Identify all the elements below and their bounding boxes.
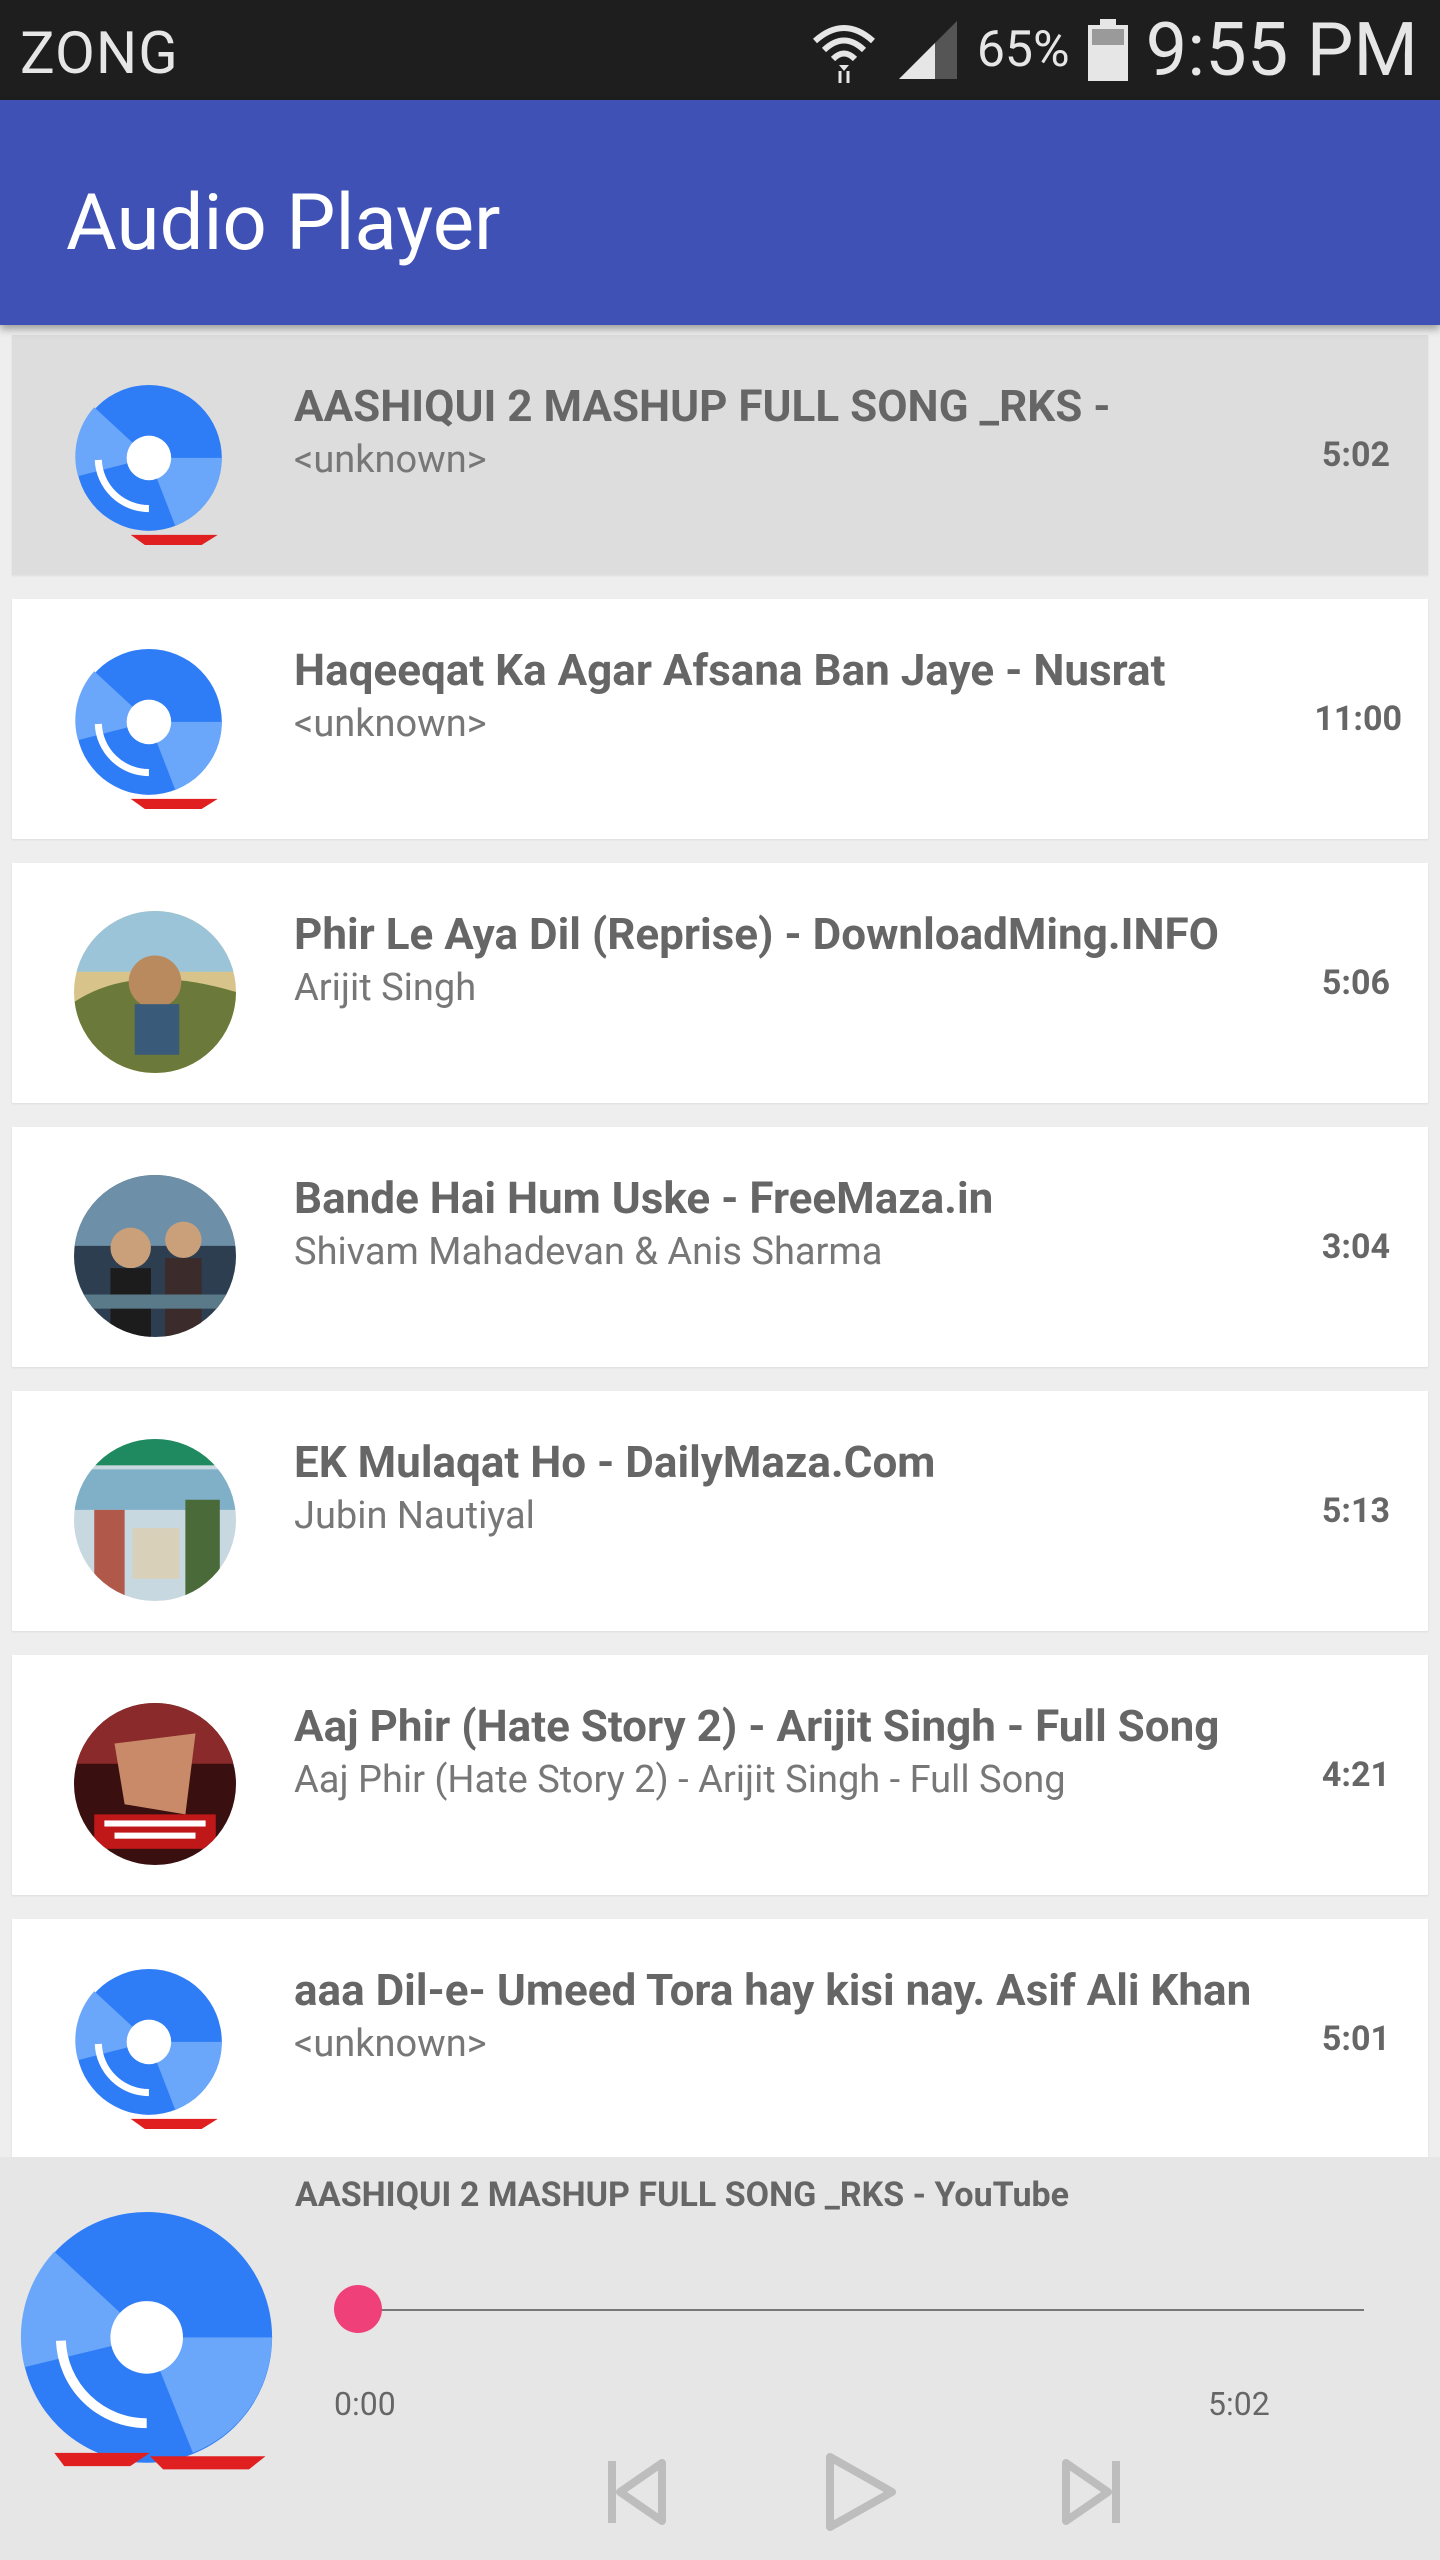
status-icons: 65% 9:55 PM xyxy=(809,7,1418,94)
default-disc-icon xyxy=(75,385,222,545)
song-row[interactable]: EK Mulaqat Ho - DailyMaza.Com Jubin Naut… xyxy=(12,1391,1428,1631)
battery-icon xyxy=(1087,19,1128,81)
song-duration: 5:01 xyxy=(1321,2019,1390,2059)
song-artist: Arijit Singh xyxy=(294,966,477,1010)
song-title: Aaj Phir (Hate Story 2) - Arijit Singh -… xyxy=(294,1700,1220,1752)
album-art xyxy=(74,1439,236,1601)
carrier-name: ZONG xyxy=(20,20,179,88)
app-bar: Audio Player xyxy=(0,100,1440,325)
song-duration: 5:13 xyxy=(1321,1491,1390,1531)
wifi-icon xyxy=(812,25,875,83)
song-row[interactable]: Aaj Phir (Hate Story 2) - Arijit Singh -… xyxy=(12,1655,1428,1895)
default-disc-icon xyxy=(75,1969,222,2129)
signal-icon xyxy=(898,21,957,79)
song-title: aaa Dil-e- Umeed Tora hay kisi nay. Asif… xyxy=(294,1964,1252,2016)
play-icon[interactable] xyxy=(812,2447,902,2537)
song-artist: Aaj Phir (Hate Story 2) - Arijit Singh -… xyxy=(294,1758,1066,1802)
page-title: Audio Player xyxy=(66,178,501,269)
song-artist: <unknown> xyxy=(294,702,487,746)
song-artist: Jubin Nautiyal xyxy=(294,1494,535,1538)
song-list[interactable]: AASHIQUI 2 MASHUP FULL SONG _RKS - <unkn… xyxy=(0,335,1440,2157)
next-icon[interactable] xyxy=(1048,2447,1138,2537)
song-row[interactable]: Haqeeqat Ka Agar Afsana Ban Jaye - Nusra… xyxy=(12,599,1428,839)
battery-percent: 65% xyxy=(976,21,1070,79)
total-time: 5:02 xyxy=(1208,2385,1270,2423)
song-title: AASHIQUI 2 MASHUP FULL SONG _RKS - xyxy=(294,380,1111,432)
song-artist: <unknown> xyxy=(294,438,487,482)
album-art xyxy=(74,911,236,1073)
album-art xyxy=(74,1703,236,1865)
song-row[interactable]: AASHIQUI 2 MASHUP FULL SONG _RKS - <unkn… xyxy=(12,335,1428,575)
seek-thumb[interactable] xyxy=(334,2285,382,2333)
now-playing-title: AASHIQUI 2 MASHUP FULL SONG _RKS - YouTu… xyxy=(295,2175,1070,2215)
song-duration: 5:06 xyxy=(1321,963,1390,1003)
player-panel: AASHIQUI 2 MASHUP FULL SONG _RKS - YouTu… xyxy=(0,2157,1440,2560)
song-title: EK Mulaqat Ho - DailyMaza.Com xyxy=(294,1436,936,1488)
now-playing-disc-icon xyxy=(20,2212,273,2470)
seek-bar[interactable] xyxy=(358,2309,1364,2311)
song-row[interactable]: Bande Hai Hum Uske - FreeMaza.in Shivam … xyxy=(12,1127,1428,1367)
song-title: Bande Hai Hum Uske - FreeMaza.in xyxy=(294,1172,994,1224)
song-row[interactable]: Phir Le Aya Dil (Reprise) - DownloadMing… xyxy=(12,863,1428,1103)
song-duration: 5:02 xyxy=(1321,435,1390,475)
song-duration: 11:00 xyxy=(1314,699,1402,739)
song-artist: <unknown> xyxy=(294,2022,487,2066)
clock: 9:55 PM xyxy=(1145,6,1418,94)
song-duration: 3:04 xyxy=(1321,1227,1390,1267)
song-artist: Shivam Mahadevan & Anis Sharma xyxy=(294,1230,883,1274)
song-duration: 4:21 xyxy=(1321,1755,1390,1795)
song-title: Phir Le Aya Dil (Reprise) - DownloadMing… xyxy=(294,908,1220,960)
album-art xyxy=(74,1175,236,1337)
previous-icon[interactable] xyxy=(590,2447,680,2537)
current-time: 0:00 xyxy=(334,2385,396,2423)
status-bar: ZONG 65% 9:55 PM xyxy=(0,0,1440,100)
song-row[interactable]: aaa Dil-e- Umeed Tora hay kisi nay. Asif… xyxy=(12,1919,1428,2157)
song-title: Haqeeqat Ka Agar Afsana Ban Jaye - Nusra… xyxy=(294,644,1166,696)
default-disc-icon xyxy=(75,649,222,809)
